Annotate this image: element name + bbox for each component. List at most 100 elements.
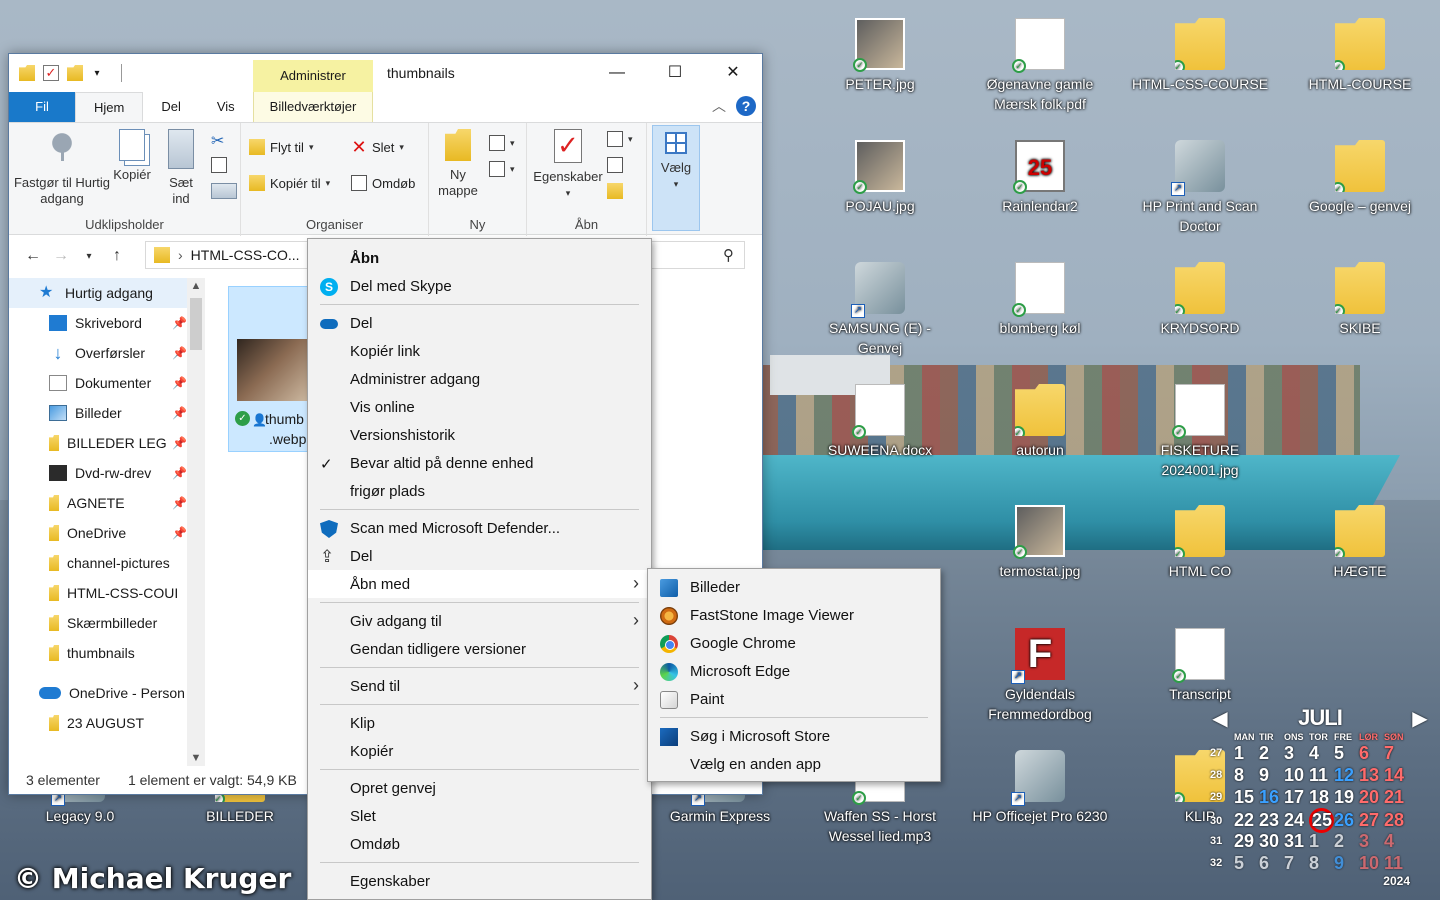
calendar-day[interactable]: 26	[1334, 810, 1359, 831]
up-arrow-icon[interactable]: ↑	[103, 247, 131, 265]
scroll-thumb[interactable]	[190, 298, 202, 350]
desktop-icon-item[interactable]: ✓ HTML-COURSE	[1285, 18, 1435, 94]
calendar-day[interactable]: 16	[1259, 787, 1284, 808]
new-folder-button[interactable]: Ny mappe	[433, 129, 483, 199]
menu-item[interactable]: Klip	[308, 709, 651, 737]
calendar-day[interactable]: 2	[1334, 831, 1359, 852]
nav-item[interactable]: Skærmbilleder	[9, 608, 205, 638]
calendar-day[interactable]: 15	[1234, 787, 1259, 808]
pin-icon[interactable]: 📌	[172, 316, 187, 330]
back-arrow-icon[interactable]: ←	[19, 247, 47, 265]
desktop-icon-item[interactable]: ✓ termostat.jpg	[965, 505, 1115, 581]
calendar-day[interactable]: 30	[1259, 831, 1284, 852]
calendar-day[interactable]: 17	[1284, 787, 1309, 808]
menu-item[interactable]: ✓ Bevar altid på denne enhed	[308, 449, 651, 477]
desktop-icon-item[interactable]: ✓ Google – genvej	[1285, 140, 1435, 216]
history-button[interactable]	[607, 179, 623, 203]
menu-item[interactable]: Omdøb	[308, 830, 651, 858]
new-folder-icon[interactable]	[67, 65, 83, 81]
tab-del[interactable]: Del	[143, 92, 199, 122]
copy-path-button[interactable]	[211, 153, 227, 177]
title-bar[interactable]: ✓ ▾ Administrer thumbnails — ☐ ✕	[9, 54, 762, 92]
calendar-day[interactable]: 12	[1334, 765, 1359, 786]
menu-item[interactable]: FastStone Image Viewer	[648, 601, 940, 629]
nav-item[interactable]: OneDrive 📌	[9, 518, 205, 548]
maximize-button[interactable]: ☐	[646, 54, 704, 92]
paste-shortcut-button[interactable]	[211, 179, 237, 203]
nav-item[interactable]: Dokumenter 📌	[9, 368, 205, 398]
nav-item[interactable]: channel-pictures	[9, 548, 205, 578]
file-item-selected[interactable]: ✓ 👤 thumb .webp	[228, 286, 318, 452]
calendar-day[interactable]: 6	[1259, 853, 1284, 874]
calendar-day[interactable]: 7	[1384, 743, 1409, 764]
menu-item[interactable]: Egenskaber	[308, 867, 651, 895]
nav-item[interactable]: ★ Hurtig adgang	[9, 278, 205, 308]
edit-button[interactable]	[607, 153, 623, 177]
forward-arrow-icon[interactable]: →	[47, 247, 75, 265]
calendar-day[interactable]: 2	[1259, 743, 1284, 764]
delete-button[interactable]: ✕ Slet ▾	[351, 135, 403, 159]
help-icon[interactable]: ?	[736, 96, 756, 116]
desktop-icon-item[interactable]: ↗ HP Officejet Pro 6230	[965, 750, 1115, 826]
menu-item[interactable]: Gendan tidligere versioner	[308, 635, 651, 663]
calendar-prev-icon[interactable]: ◀	[1210, 706, 1230, 731]
nav-item[interactable]: AGNETE 📌	[9, 488, 205, 518]
menu-item[interactable]: Søg i Microsoft Store	[648, 722, 940, 750]
menu-item[interactable]: Del	[308, 309, 651, 337]
calendar-day[interactable]: 24	[1284, 810, 1309, 831]
calendar-day[interactable]: 10	[1284, 765, 1309, 786]
calendar-day[interactable]: 11	[1384, 853, 1409, 874]
desktop-icon-item[interactable]: ✓ HTML CO	[1125, 505, 1275, 581]
desktop-icon-item[interactable]: ✓ SKIBE	[1285, 262, 1435, 338]
calendar-day[interactable]: 31	[1284, 831, 1309, 852]
desktop-icon-item[interactable]: F ↗ Gyldendals Fremmedordbog	[965, 628, 1115, 724]
desktop-icon-item[interactable]: ✓ blomberg køl	[965, 262, 1115, 338]
menu-item[interactable]: Google Chrome	[648, 629, 940, 657]
calendar-day[interactable]: 23	[1259, 810, 1284, 831]
cut-button[interactable]: ✂	[211, 127, 227, 151]
menu-item[interactable]: Vis online	[308, 393, 651, 421]
nav-item[interactable]: thumbnails	[9, 638, 205, 668]
nav-item[interactable]: Dvd-rw-drev 📌	[9, 458, 205, 488]
desktop-icon-item[interactable]: ✓ KRYDSORD	[1125, 262, 1275, 338]
menu-item[interactable]: Versionshistorik	[308, 421, 651, 449]
nav-item[interactable]: ↓ Overførsler 📌	[9, 338, 205, 368]
menu-item[interactable]: Åbn med ›	[308, 570, 651, 598]
calendar-day[interactable]: 11	[1309, 765, 1334, 786]
breadcrumb[interactable]: HTML-CSS-CO...	[191, 247, 300, 263]
calendar-day[interactable]: 22	[1234, 810, 1259, 831]
easy-access-button[interactable]: ▾	[489, 157, 515, 181]
desktop-icon-item[interactable]: ✓ Transcript	[1125, 628, 1275, 704]
customize-toolbar-icon[interactable]: ▾	[91, 68, 103, 79]
navigation-scrollbar[interactable]: ▲ ▼	[187, 278, 205, 766]
rename-button[interactable]: Omdøb	[351, 171, 415, 195]
pin-icon[interactable]: 📌	[172, 436, 187, 450]
desktop-icon-item[interactable]: ✓ HTML-CSS-COURSE	[1125, 18, 1275, 94]
calendar-day[interactable]: 5	[1234, 853, 1259, 874]
calendar-day[interactable]: 4	[1309, 743, 1334, 764]
select-button[interactable]: Vælg ▾	[652, 125, 700, 231]
scroll-down-icon[interactable]: ▼	[187, 752, 205, 764]
calendar-day[interactable]: 18	[1309, 787, 1334, 808]
tab-vis[interactable]: Vis	[199, 92, 253, 122]
calendar-day[interactable]: 13	[1359, 765, 1384, 786]
tab-billedvaerktoejer[interactable]: Billedværktøjer	[253, 92, 373, 122]
copy-to-button[interactable]: Kopiér til ▾	[249, 171, 330, 195]
calendar-day[interactable]: 21	[1384, 787, 1409, 808]
calendar-day[interactable]: 20	[1359, 787, 1384, 808]
calendar-day[interactable]: 5	[1334, 743, 1359, 764]
menu-item[interactable]: ⇪ Del	[308, 542, 651, 570]
menu-item[interactable]: Kopiér link	[308, 337, 651, 365]
nav-item[interactable]: Billeder 📌	[9, 398, 205, 428]
calendar-day[interactable]: 6	[1359, 743, 1384, 764]
menu-item[interactable]: Billeder	[648, 573, 940, 601]
calendar-day[interactable]: 3	[1359, 831, 1384, 852]
new-item-button[interactable]: ▾	[489, 131, 515, 155]
nav-item[interactable]: Skrivebord 📌	[9, 308, 205, 338]
menu-item[interactable]: Paint	[648, 685, 940, 713]
close-button[interactable]: ✕	[704, 54, 762, 92]
desktop-icon-item[interactable]: 25 ✓ Rainlendar2	[965, 140, 1115, 216]
search-icon[interactable]: ⚲	[723, 246, 734, 264]
properties-button[interactable]: ✓ Egenskaber ▾	[531, 129, 605, 201]
pin-icon[interactable]: 📌	[172, 526, 187, 540]
